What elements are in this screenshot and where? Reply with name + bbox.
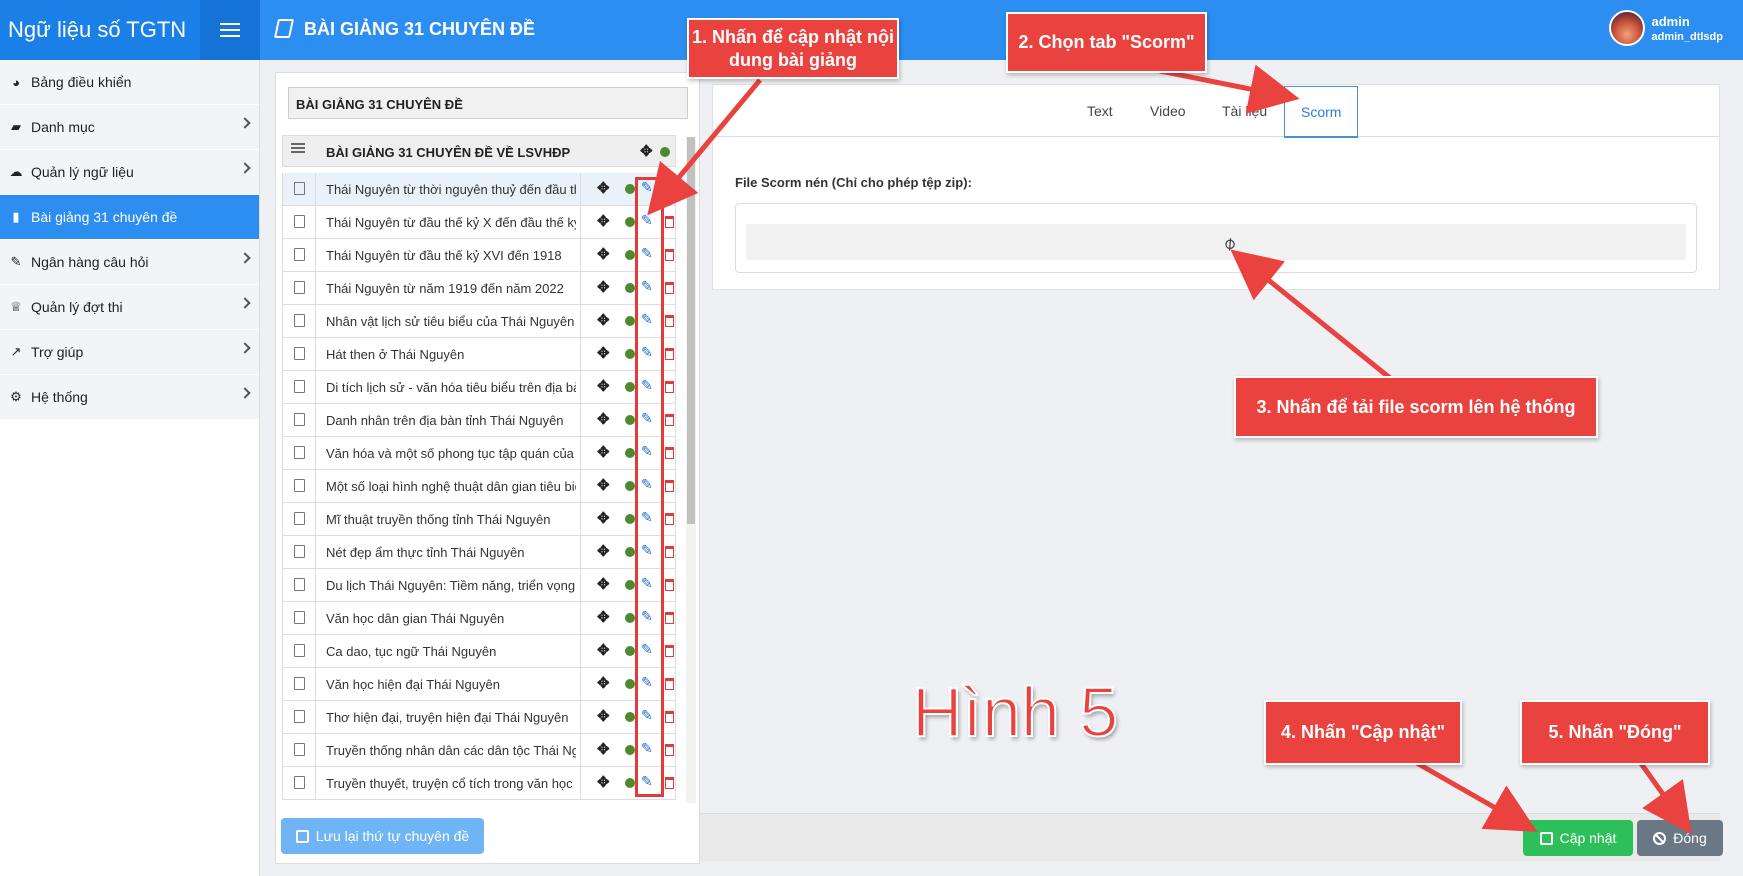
arrow-step5 — [1637, 760, 1692, 835]
figure-caption: Hình 5 — [911, 672, 1119, 752]
callout-step3: 3. Nhấn để tải file scorm lên hệ thống — [1234, 376, 1598, 438]
annotation-arrows — [647, 59, 1692, 835]
arrow-step4 — [1413, 759, 1538, 832]
arrow-step3 — [1230, 249, 1392, 380]
callout-step2: 2. Chọn tab "Scorm" — [1006, 12, 1207, 73]
app-root: Ngữ liệu số TGTN BÀI GIẢNG 31 CHUYÊN ĐỀ … — [0, 0, 1743, 876]
callout-step1: 1. Nhấn để cập nhật nội dung bài giảng — [687, 18, 899, 79]
callout-step4: 4. Nhấn "Cập nhật" — [1264, 700, 1462, 765]
callout-step5: 5. Nhấn "Đóng" — [1520, 700, 1710, 765]
arrow-step1 — [647, 78, 762, 216]
